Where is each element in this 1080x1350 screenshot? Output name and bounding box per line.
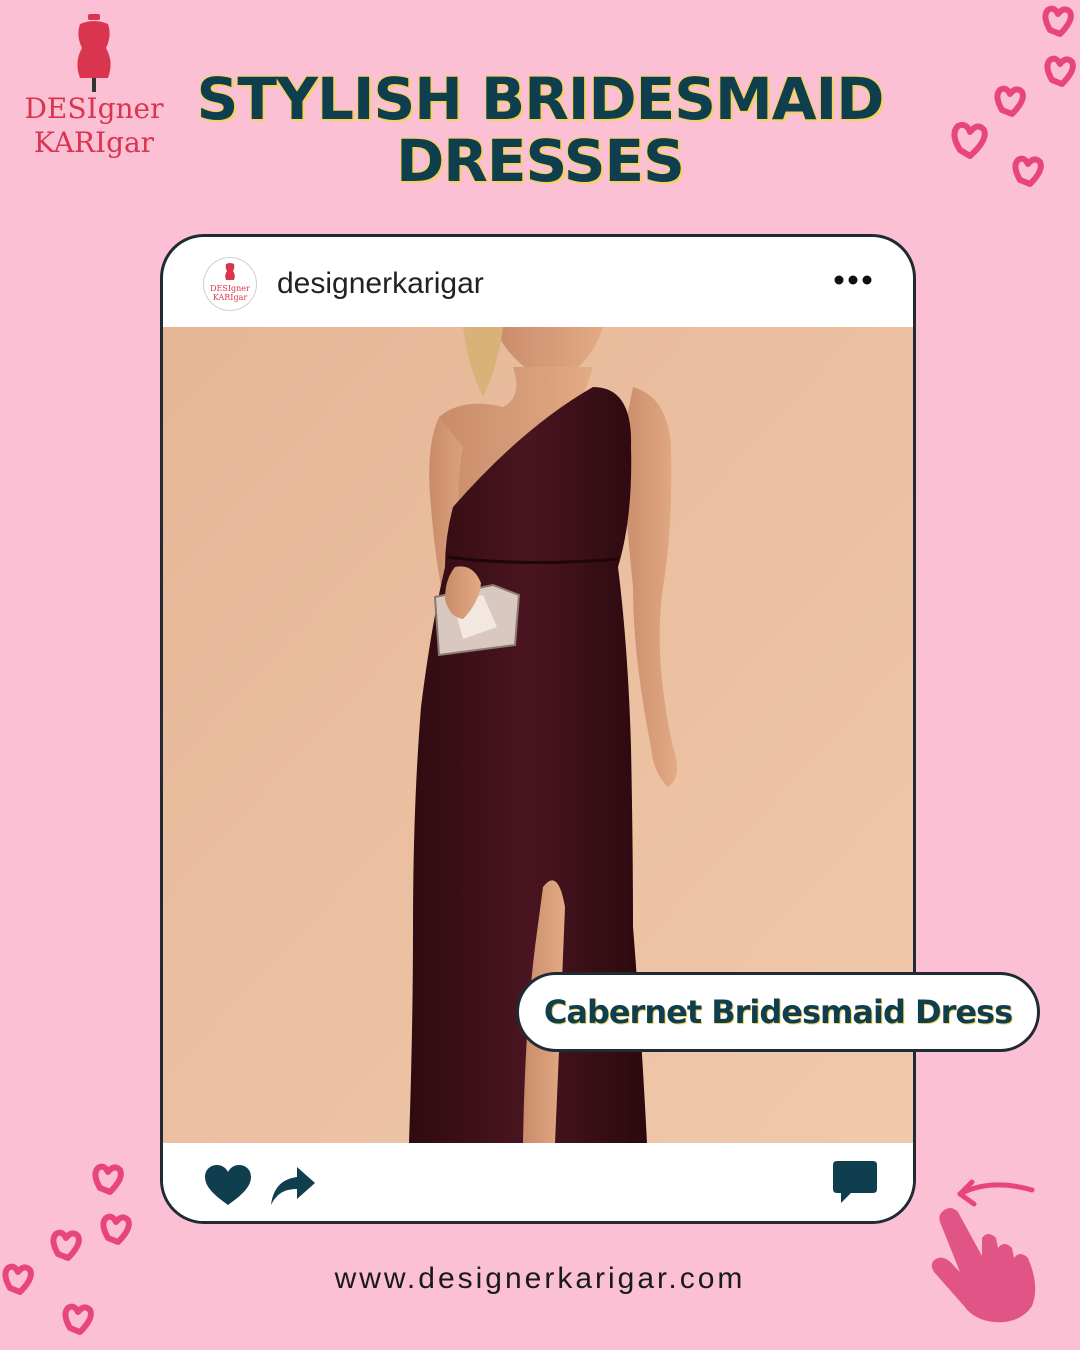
post-actions (163, 1143, 913, 1221)
avatar-logo-line1: DESIgner (210, 284, 250, 293)
avatar-logo-line2: KARIgar (213, 293, 248, 302)
heart-icon[interactable] (205, 1165, 251, 1207)
dress-form-icon (77, 14, 111, 92)
page-title: STYLISH BRIDESMAID DRESSES (170, 68, 910, 192)
comment-icon[interactable] (833, 1161, 877, 1203)
product-caption: Cabernet Bridesmaid Dress (516, 972, 1040, 1052)
brand-logo-line1: DESIgner (24, 92, 164, 125)
website-url[interactable]: www.designerkarigar.com (0, 1262, 1080, 1296)
post-username[interactable]: designerkarigar (277, 267, 484, 301)
post-header: DESIgner KARIgar designerkarigar (163, 237, 913, 327)
brand-logo-text: DESIgner KARIgar (14, 92, 174, 160)
page-title-line1: STYLISH BRIDESMAID (196, 65, 885, 133)
share-arrow-icon[interactable] (271, 1167, 315, 1205)
swipe-hand-icon (931, 1179, 1036, 1323)
brand-logo-line2: KARIgar (33, 126, 155, 159)
more-horizontal-icon[interactable] (833, 265, 873, 295)
dress-form-icon: DESIgner KARIgar (210, 263, 250, 302)
page-title-line2: DRESSES (396, 127, 685, 195)
post-card: DESIgner KARIgar designerkarigar (160, 234, 916, 1224)
brand-logo: DESIgner KARIgar (14, 14, 174, 164)
avatar[interactable]: DESIgner KARIgar (203, 257, 257, 311)
heart-outline-icon (2, 1163, 132, 1335)
heart-outline-icon (951, 5, 1076, 187)
